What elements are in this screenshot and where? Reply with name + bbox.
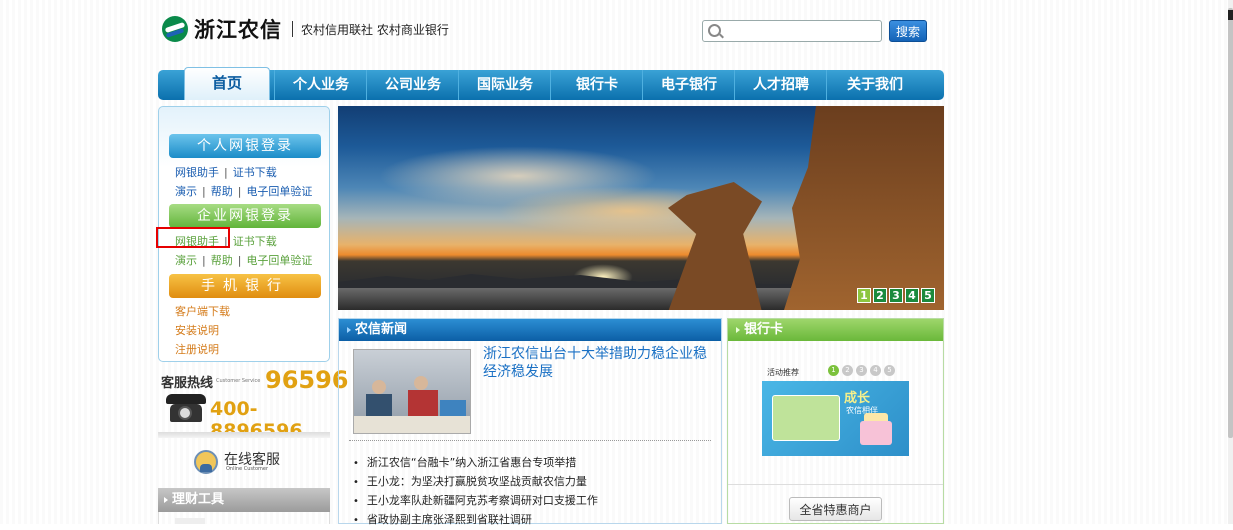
search-icon xyxy=(708,24,721,37)
cake-icon xyxy=(860,413,892,445)
banner-page-1[interactable]: 1 xyxy=(857,288,871,303)
personal-links-row-1: 网银助手 | 证书下载 xyxy=(175,166,277,179)
nav-item-about[interactable]: 关于我们 xyxy=(826,70,923,100)
search-box xyxy=(702,20,882,42)
news-panel: 农信新闻 浙江农信出台十大举措助力稳企业稳经济稳发展 浙江农信“台融卡”纳入浙江… xyxy=(338,318,722,526)
finance-tools-title: 理财工具 xyxy=(172,492,225,507)
personal-links-row-2: 演示 | 帮助 | 电子回单验证 xyxy=(175,185,313,198)
finance-tools-header[interactable]: 理财工具 xyxy=(158,488,330,512)
bank-card-header[interactable]: 银行卡 xyxy=(728,319,943,341)
banner-page-2[interactable]: 2 xyxy=(873,288,887,303)
telephone-icon xyxy=(166,392,206,424)
mobile-install-guide-link[interactable]: 安装说明 xyxy=(175,324,219,337)
nav-item-international[interactable]: 国际业务 xyxy=(458,70,551,100)
news-headline-link[interactable]: 浙江农信出台十大举措助力稳企业稳经济稳发展 xyxy=(483,345,711,381)
customer-service-icon xyxy=(194,450,218,474)
bank-card-image xyxy=(772,395,840,441)
site-logo[interactable]: 浙江农信 农村信用联社 农村商业银行 xyxy=(162,14,449,44)
brand-name: 浙江农信 xyxy=(194,18,282,42)
corporate-help-link[interactable]: 帮助 xyxy=(211,254,233,267)
bank-card-header-title: 银行卡 xyxy=(744,322,784,337)
arrow-right-icon xyxy=(164,496,168,503)
logo-mark-icon xyxy=(162,16,188,42)
mobile-install-guide-row: 安装说明 xyxy=(175,322,219,338)
bank-card-panel: 银行卡 活动推荐 1 2 3 4 5 成长 农信相伴 全省特惠商户 xyxy=(727,318,944,524)
news-item[interactable]: 王小龙：为坚决打赢脱贫攻坚战贡献农信力量 xyxy=(353,472,598,491)
news-item[interactable]: 浙江农信“台融卡”纳入浙江省惠台专项举措 xyxy=(353,453,598,472)
personal-demo-link[interactable]: 演示 xyxy=(175,185,197,198)
personal-receipt-verify-link[interactable]: 电子回单验证 xyxy=(246,185,312,198)
finance-tools-content xyxy=(158,512,330,524)
mobile-register-guide-row: 注册说明 xyxy=(175,341,219,357)
nav-item-home[interactable]: 首页 xyxy=(184,67,270,100)
search-input[interactable] xyxy=(725,22,879,40)
mobile-client-download-link[interactable]: 客户端下载 xyxy=(175,305,230,318)
news-item[interactable]: 王小龙率队赴新疆阿克苏考察调研对口支援工作 xyxy=(353,491,598,510)
banner-rock xyxy=(668,182,762,310)
personal-cert-download-link[interactable]: 证书下载 xyxy=(233,166,277,179)
hotline-block: 客服热线 Customer Service 96596 400-8896596 xyxy=(158,366,349,442)
main-nav: 个人业务 公司业务 国际业务 银行卡 电子银行 人才招聘 关于我们 首页 xyxy=(158,67,944,100)
banner-pager: 1 2 3 4 5 xyxy=(857,288,935,303)
news-list: 浙江农信“台融卡”纳入浙江省惠台专项举措 王小龙：为坚决打赢脱贫攻坚战贡献农信力… xyxy=(353,453,598,529)
hotline-short-number: 96596 xyxy=(265,366,349,394)
corporate-links-row-2: 演示 | 帮助 | 电子回单验证 xyxy=(175,254,313,267)
hotline-label: 客服热线 xyxy=(161,376,214,391)
nav-item-personal[interactable]: 个人业务 xyxy=(274,70,367,100)
scrollbar-tick xyxy=(1228,10,1233,20)
corporate-cert-download-link[interactable]: 证书下载 xyxy=(233,235,277,248)
corporate-login-button[interactable]: 企业网银登录 xyxy=(169,204,321,228)
logo-divider xyxy=(292,21,293,37)
promo-dot-5[interactable]: 5 xyxy=(884,365,895,376)
mobile-client-download-row: 客户端下载 xyxy=(175,303,230,319)
preferential-merchants-button[interactable]: 全省特惠商户 xyxy=(789,497,882,521)
scrollbar-thumb[interactable] xyxy=(1228,8,1233,438)
news-thumbnail[interactable] xyxy=(353,349,471,434)
promo-dot-1[interactable]: 1 xyxy=(828,365,839,376)
vertical-scrollbar[interactable] xyxy=(1228,0,1233,524)
promo-pager: 1 2 3 4 5 xyxy=(828,365,895,376)
brand-subtitle: 农村信用联社 农村商业银行 xyxy=(301,22,449,37)
page-container: 浙江农信 农村信用联社 农村商业银行 搜索 个人业务 公司业务 国际业务 银行卡… xyxy=(156,0,944,526)
promo-dot-3[interactable]: 3 xyxy=(856,365,867,376)
nav-item-corporate[interactable]: 公司业务 xyxy=(366,70,459,100)
arrow-right-icon xyxy=(347,326,351,333)
arrow-right-icon xyxy=(736,326,740,333)
divider xyxy=(728,484,943,485)
personal-assistant-link[interactable]: 网银助手 xyxy=(175,166,219,179)
corporate-demo-link[interactable]: 演示 xyxy=(175,254,197,267)
nav-item-bank-card[interactable]: 银行卡 xyxy=(550,70,643,100)
highlight-box xyxy=(156,227,230,248)
hotline-label-en: Customer Service xyxy=(216,378,261,384)
corporate-receipt-verify-link[interactable]: 电子回单验证 xyxy=(246,254,312,267)
banner-page-4[interactable]: 4 xyxy=(905,288,919,303)
promo-label: 活动推荐 xyxy=(767,368,799,377)
promo-dot-4[interactable]: 4 xyxy=(870,365,881,376)
nav-item-careers[interactable]: 人才招聘 xyxy=(734,70,827,100)
news-item[interactable]: 省政协副主席张泽熙到省联社调研 xyxy=(353,510,598,529)
search-button[interactable]: 搜索 xyxy=(889,20,927,42)
promo-title: 成长 xyxy=(844,391,871,406)
nav-item-e-banking[interactable]: 电子银行 xyxy=(642,70,735,100)
personal-help-link[interactable]: 帮助 xyxy=(211,185,233,198)
online-service-label-en: Online Customer xyxy=(226,466,269,472)
promo-dot-2[interactable]: 2 xyxy=(842,365,853,376)
news-header[interactable]: 农信新闻 xyxy=(339,319,721,341)
mobile-banking-button[interactable]: 手机银行 xyxy=(169,274,321,298)
personal-login-button[interactable]: 个人网银登录 xyxy=(169,134,321,158)
mobile-register-guide-link[interactable]: 注册说明 xyxy=(175,343,219,356)
banner-cliff xyxy=(784,106,944,310)
banner-page-5[interactable]: 5 xyxy=(921,288,935,303)
news-header-title: 农信新闻 xyxy=(355,322,408,337)
hero-banner[interactable]: 1 2 3 4 5 xyxy=(338,106,944,310)
divider xyxy=(349,440,711,441)
promo-banner[interactable]: 成长 农信相伴 xyxy=(762,381,909,456)
banner-page-3[interactable]: 3 xyxy=(889,288,903,303)
divider xyxy=(158,432,330,438)
